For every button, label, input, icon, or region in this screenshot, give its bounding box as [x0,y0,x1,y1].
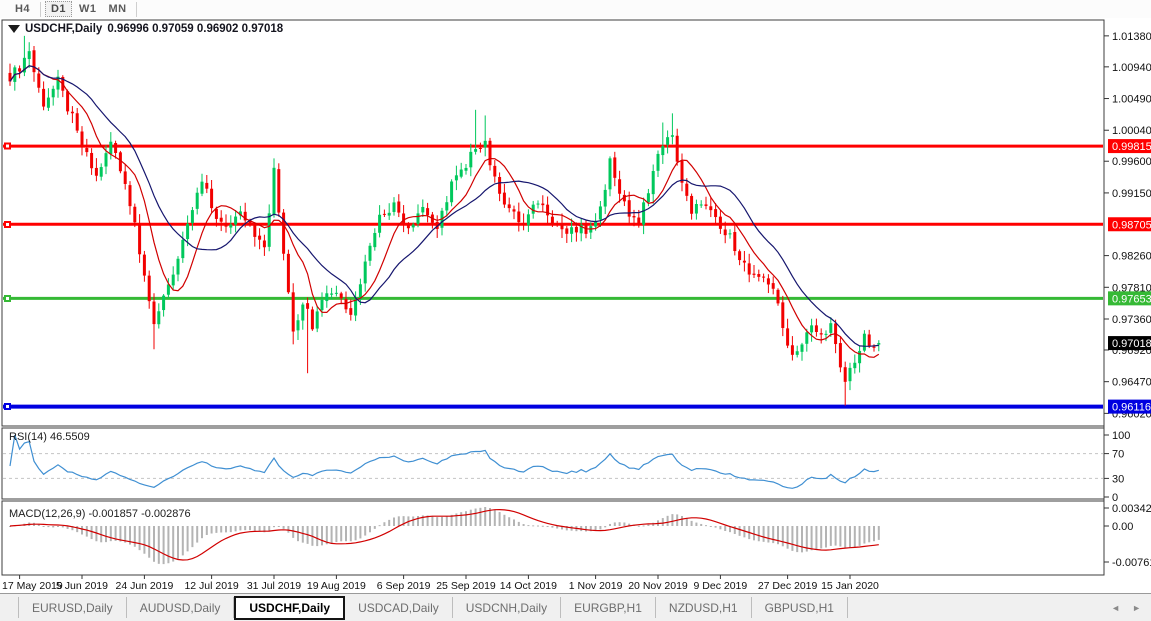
timeframe-button-h4[interactable]: H4 [9,1,36,17]
toolbar-separator [136,2,137,17]
timeframe-toolbar: H4 D1W1MN [0,0,1151,19]
svg-text:0.99150: 0.99150 [1112,188,1151,200]
chart-tab-usdchf[interactable]: USDCHF,Daily [234,596,345,620]
svg-text:1.00490: 1.00490 [1112,94,1151,106]
symbol-title: USDCHF,Daily [25,23,102,35]
svg-text:0.98260: 0.98260 [1112,251,1151,263]
toolbar-separator [40,2,41,17]
chart-tab-audusd[interactable]: AUDUSD,Daily [127,597,235,618]
svg-text:0.003428: 0.003428 [1112,503,1151,515]
tab-scroll-arrows: ◄► [1111,603,1141,613]
svg-text:24 Jun 2019: 24 Jun 2019 [115,580,173,592]
svg-text:-0.007615: -0.007615 [1112,557,1151,569]
mt4-window: H4 D1W1MN 1.01380 1.00940 1.00490 1.00040 0.9… [0,0,1151,621]
svg-text:15 Jan 2020: 15 Jan 2020 [821,580,879,592]
svg-text:27 Dec 2019: 27 Dec 2019 [758,580,818,592]
svg-text:0.00: 0.00 [1112,521,1133,533]
chart-tab-eurgbp[interactable]: EURGBP,H1 [561,597,656,618]
chart-tab-gbpusd[interactable]: GBPUSD,H1 [752,597,848,618]
svg-text:20 Nov 2019: 20 Nov 2019 [628,580,688,592]
ohlc-values: 0.96996 0.97059 0.96902 0.97018 [107,23,283,35]
rsi-indicator-label: RSI(14) 46.5509 [9,431,90,443]
svg-text:1.00940: 1.00940 [1112,62,1151,74]
svg-text:31 Jul 2019: 31 Jul 2019 [247,580,301,592]
svg-text:1.01380: 1.01380 [1112,31,1151,43]
svg-text:1.00040: 1.00040 [1112,125,1151,137]
svg-text:1 Nov 2019: 1 Nov 2019 [569,580,623,592]
timeframe-button-mn[interactable]: MN [104,1,132,17]
svg-text:6 Sep 2019: 6 Sep 2019 [377,580,431,592]
svg-text:12 Jul 2019: 12 Jul 2019 [184,580,238,592]
svg-text:0.97360: 0.97360 [1112,314,1151,326]
svg-text:0.99600: 0.99600 [1112,156,1151,168]
chart-tab-nzdusd[interactable]: NZDUSD,H1 [656,597,752,618]
svg-text:0.99815: 0.99815 [1112,141,1151,153]
svg-text:0.97653: 0.97653 [1112,293,1151,305]
macd-indicator-label: MACD(12,26,9) -0.001857 -0.002876 [9,508,191,520]
chart-window[interactable]: 1.01380 1.00940 1.00490 1.00040 0.99600 0.991… [0,18,1151,593]
price-axis[interactable]: 1.01380 1.00940 1.00490 1.00040 0.99600 0.991… [1104,20,1151,575]
svg-text:30: 30 [1112,473,1124,485]
chart-tabbar: EURUSD,DailyAUDUSD,DailyUSDCHF,DailyUSDC… [0,593,1151,621]
svg-text:5 Jun 2019: 5 Jun 2019 [56,580,108,592]
tabs-scroll-right-icon[interactable]: ► [1132,603,1141,613]
timeframe-button-d1[interactable]: D1 [45,1,72,17]
svg-text:17 May 2019: 17 May 2019 [2,580,63,592]
svg-text:19 Aug 2019: 19 Aug 2019 [307,580,366,592]
chart-tab-usdcad[interactable]: USDCAD,Daily [345,597,453,618]
svg-text:100: 100 [1112,430,1130,442]
chart-tab-usdcnh[interactable]: USDCNH,Daily [453,597,561,618]
chart-tab-eurusd[interactable]: EURUSD,Daily [18,597,127,618]
svg-text:0.97018: 0.97018 [1112,338,1151,350]
svg-text:14 Oct 2019: 14 Oct 2019 [500,580,557,592]
svg-text:0.96470: 0.96470 [1112,377,1151,389]
svg-text:9 Dec 2019: 9 Dec 2019 [694,580,748,592]
svg-text:70: 70 [1112,449,1124,461]
svg-text:0.96116: 0.96116 [1112,402,1151,414]
timeframe-button-w1[interactable]: W1 [74,1,102,17]
chart-title: USDCHF,Daily 0.96996 0.97059 0.96902 0.9… [8,23,283,35]
chart-shift-icon [8,25,20,33]
svg-text:25 Sep 2019: 25 Sep 2019 [436,580,496,592]
date-axis[interactable]: 17 May 20195 Jun 2019 24 Jun 2019 12 Jul 2… [2,575,879,592]
svg-text:0.98705: 0.98705 [1112,219,1151,231]
tabs-scroll-left-icon[interactable]: ◄ [1111,603,1120,613]
